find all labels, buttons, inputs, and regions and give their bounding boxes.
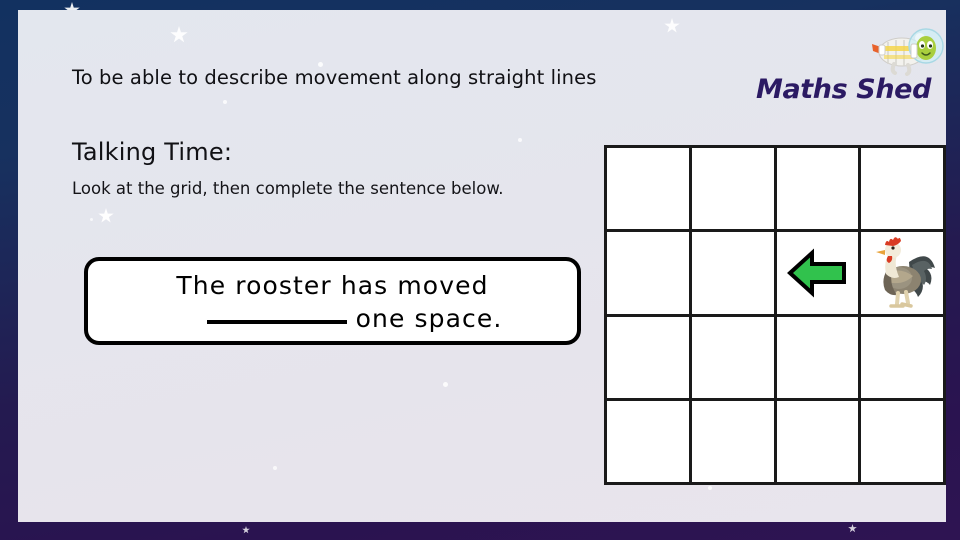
maths-shed-logo-text: Maths Shed xyxy=(756,74,931,105)
star-dot-icon xyxy=(443,382,448,387)
movement-grid xyxy=(604,145,946,485)
star-dot-icon xyxy=(90,218,93,221)
astronaut-alien-icon xyxy=(872,28,944,76)
star-dot-icon xyxy=(223,100,227,104)
sentence-line-1: The rooster has moved xyxy=(176,270,489,300)
talking-time-instructions: Look at the grid, then complete the sent… xyxy=(72,179,504,198)
grid-cell-r4c2[interactable] xyxy=(691,401,774,482)
grid-cell-r4c3[interactable] xyxy=(776,401,859,482)
answer-blank[interactable] xyxy=(206,320,347,324)
grid-cell-r1c2[interactable] xyxy=(691,148,774,229)
grid-cell-r3c4[interactable] xyxy=(861,317,943,398)
grid-cell-r2c3[interactable] xyxy=(776,232,859,314)
sentence-line-2-text: one space. xyxy=(355,304,503,333)
star-icon xyxy=(242,526,250,534)
grid-cell-r1c3[interactable] xyxy=(776,148,859,229)
grid-cell-r3c1[interactable] xyxy=(607,317,689,398)
page-title: To be able to describe movement along st… xyxy=(72,66,597,89)
grid-cell-r2c2[interactable] xyxy=(691,232,774,314)
sentence-box[interactable]: The rooster has moved one space. xyxy=(84,257,581,345)
grid-cell-r1c4[interactable] xyxy=(861,148,943,229)
talking-time-heading: Talking Time: xyxy=(72,138,233,166)
grid-cell-r4c1[interactable] xyxy=(607,401,689,482)
grid-cell-r3c2[interactable] xyxy=(691,317,774,398)
arrow-left-icon xyxy=(787,248,847,298)
star-dot-icon xyxy=(518,138,522,142)
star-dot-icon xyxy=(708,486,712,490)
star-dot-icon xyxy=(273,466,277,470)
sentence-line-2: one space. xyxy=(206,302,503,335)
grid-cell-r2c4[interactable] xyxy=(861,232,943,314)
maths-shed-logo: Maths Shed xyxy=(742,24,946,114)
rooster-icon xyxy=(876,237,936,308)
slide-canvas: To be able to describe movement along st… xyxy=(18,10,946,522)
star-icon xyxy=(98,208,114,223)
grid-cell-r4c4[interactable] xyxy=(861,401,943,482)
star-icon xyxy=(664,18,680,33)
grid-cell-r3c3[interactable] xyxy=(776,317,859,398)
grid-cell-r2c1[interactable] xyxy=(607,232,689,314)
star-icon xyxy=(170,26,188,43)
grid-cell-r1c1[interactable] xyxy=(607,148,689,229)
star-icon xyxy=(848,524,857,533)
